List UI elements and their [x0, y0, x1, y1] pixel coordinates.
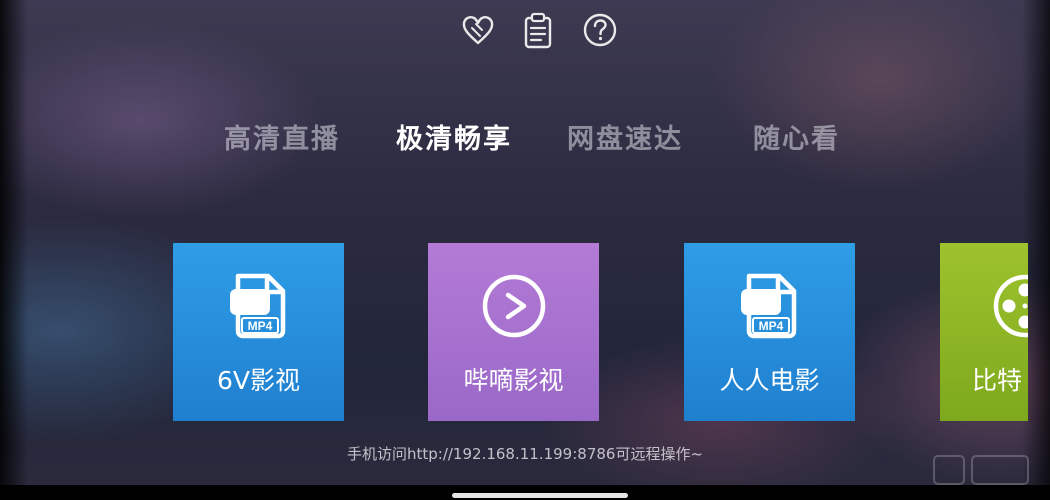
watermark-logo	[932, 452, 1032, 492]
tile-6v-movies[interactable]: MP4 6V影视	[173, 243, 344, 421]
tab-watch-freely[interactable]: 随心看	[753, 118, 840, 162]
tv-app-screen: 高清直播 极清畅享 网盘速达 随心看 MP4 6V影视 哔嘀影视 MP4 人人电…	[0, 0, 1050, 500]
help-icon[interactable]	[580, 10, 620, 50]
tab-hd-live[interactable]: 高清直播	[224, 118, 340, 162]
svg-text:MP4: MP4	[247, 319, 272, 333]
tab-cloud-drive[interactable]: 网盘速达	[567, 118, 683, 162]
tile-label: 6V影视	[216, 366, 300, 395]
remote-access-hint: 手机访问http://192.168.11.199:8786可远程操作~	[346, 445, 704, 463]
home-indicator-bar[interactable]	[452, 493, 628, 498]
top-icon-bar	[0, 10, 1050, 52]
play-circle-icon	[428, 273, 599, 343]
category-tabs: 高清直播 极清畅享 网盘速达 随心看	[0, 118, 1050, 162]
source-tiles-row: MP4 6V影视 哔嘀影视 MP4 人人电影 比特	[0, 243, 1028, 423]
film-reel-icon	[940, 273, 1028, 343]
tile-bt-movies[interactable]: 比特	[940, 243, 1028, 421]
mp4-file-icon: MP4	[684, 273, 855, 343]
tile-label: 人人电影	[719, 366, 820, 395]
tab-ultra-hd[interactable]: 极清畅享	[396, 118, 512, 162]
tile-bidi-movies[interactable]: 哔嘀影视	[428, 243, 599, 421]
tile-renren-movies[interactable]: MP4 人人电影	[684, 243, 855, 421]
tile-label: 比特	[972, 366, 1023, 395]
clipboard-icon[interactable]	[518, 10, 558, 50]
favorites-heart-icon[interactable]	[458, 10, 498, 50]
mp4-file-icon: MP4	[173, 273, 344, 343]
svg-text:MP4: MP4	[758, 319, 783, 333]
tile-label: 哔嘀影视	[463, 366, 564, 395]
